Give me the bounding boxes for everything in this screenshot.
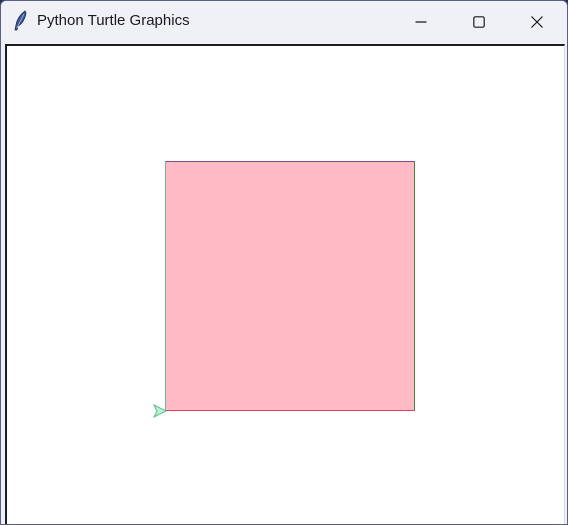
- title-bar[interactable]: Python Turtle Graphics: [1, 1, 567, 43]
- maximize-icon: [473, 16, 485, 28]
- close-icon: [531, 16, 543, 28]
- window-title: Python Turtle Graphics: [37, 12, 190, 29]
- minimize-icon: [415, 16, 427, 28]
- feather-icon: [12, 10, 30, 32]
- turtle-window: Python Turtle Graphics: [0, 0, 568, 525]
- minimize-button[interactable]: [392, 1, 450, 43]
- maximize-button[interactable]: [450, 1, 508, 43]
- turtle-canvas[interactable]: [7, 46, 564, 524]
- turtle-arrow-icon: [152, 403, 168, 419]
- drawn-square: [165, 161, 415, 411]
- close-button[interactable]: [508, 1, 566, 43]
- canvas-frame: [5, 44, 565, 524]
